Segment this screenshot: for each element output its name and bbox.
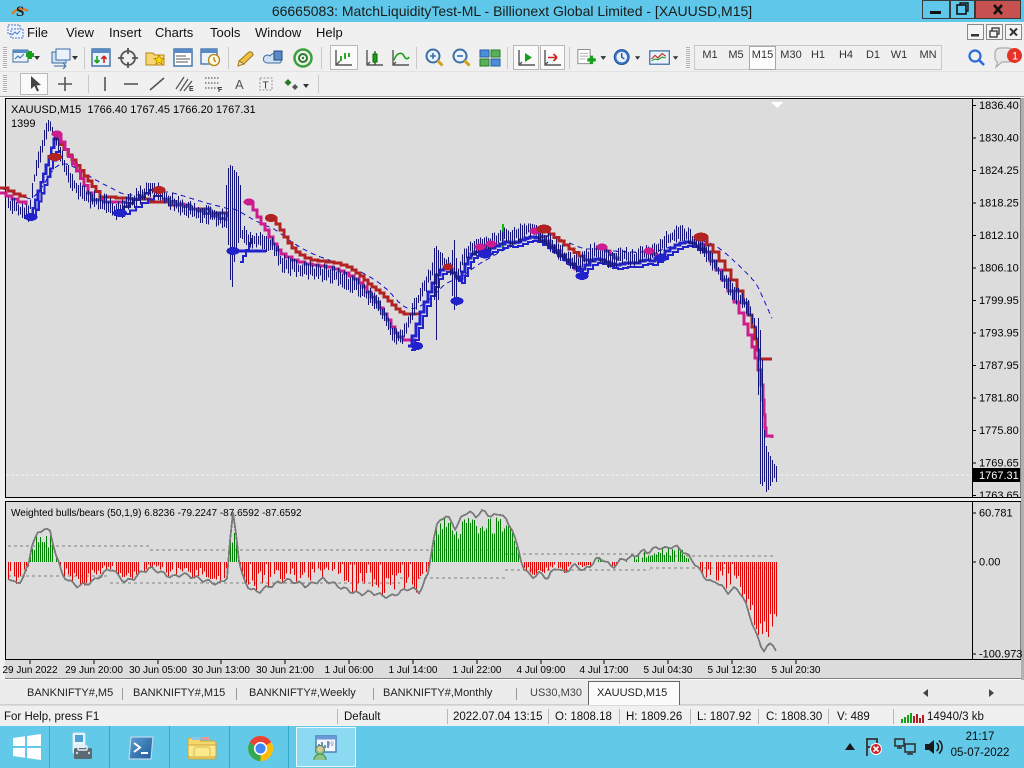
svg-text:1399: 1399 (11, 118, 35, 130)
svg-text:0.00: 0.00 (979, 557, 1000, 569)
svg-text:1793.95: 1793.95 (979, 328, 1019, 340)
svg-text:A: A (235, 77, 244, 92)
svg-text:F: F (218, 87, 223, 93)
svg-text:4 Jul 09:00: 4 Jul 09:00 (517, 665, 566, 676)
svg-text:99: 99 (327, 742, 334, 748)
svg-text:5 Jul 04:30: 5 Jul 04:30 (644, 665, 693, 676)
svg-text:-100.973: -100.973 (979, 649, 1022, 661)
svg-text:1769.65: 1769.65 (979, 458, 1019, 470)
svg-text:30 Jun 21:00: 30 Jun 21:00 (256, 665, 314, 676)
svg-text:1 Jul 22:00: 1 Jul 22:00 (453, 665, 502, 676)
svg-text:1812.10: 1812.10 (979, 230, 1019, 242)
svg-text:4 Jul 17:00: 4 Jul 17:00 (580, 665, 629, 676)
svg-text:1787.95: 1787.95 (979, 360, 1019, 372)
svg-text:XAUUSD,M15 1766.40 1767.45 17: XAUUSD,M15 1766.40 1767.45 1766.20 1767.… (11, 104, 256, 116)
svg-text:1775.80: 1775.80 (979, 425, 1019, 437)
svg-text:Weighted bulls/bears (50,1,9): Weighted bulls/bears (50,1,9) 6.8236 -79… (11, 508, 302, 519)
svg-text:T: T (263, 81, 269, 92)
svg-text:1781.80: 1781.80 (979, 393, 1019, 405)
svg-text:1806.10: 1806.10 (979, 263, 1019, 275)
svg-text:1767.31: 1767.31 (979, 470, 1019, 482)
svg-text:1818.25: 1818.25 (979, 198, 1019, 210)
svg-text:E: E (189, 86, 194, 93)
svg-text:5 Jul 12:30: 5 Jul 12:30 (708, 665, 757, 676)
svg-text:1 Jul 14:00: 1 Jul 14:00 (389, 665, 438, 676)
svg-text:1: 1 (1012, 51, 1018, 63)
svg-text:29 Jun 20:00: 29 Jun 20:00 (65, 665, 123, 676)
svg-text:29 Jun 2022: 29 Jun 2022 (2, 665, 57, 676)
svg-text:30 Jun 13:00: 30 Jun 13:00 (192, 665, 250, 676)
svg-text:1830.40: 1830.40 (979, 133, 1019, 145)
svg-text:1824.25: 1824.25 (979, 165, 1019, 177)
svg-text:5 Jul 20:30: 5 Jul 20:30 (772, 665, 821, 676)
svg-text:60.781: 60.781 (979, 508, 1013, 520)
svg-text:1 Jul 06:00: 1 Jul 06:00 (325, 665, 374, 676)
svg-text:1799.95: 1799.95 (979, 295, 1019, 307)
svg-text:1836.40: 1836.40 (979, 100, 1019, 112)
svg-text:30 Jun 05:00: 30 Jun 05:00 (129, 665, 187, 676)
